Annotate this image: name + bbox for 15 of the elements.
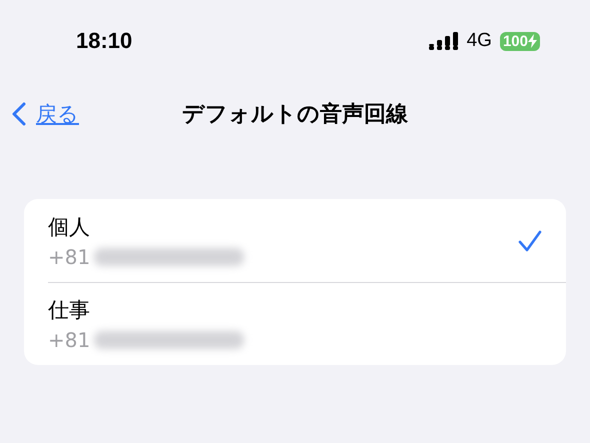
chevron-icon (12, 102, 26, 126)
checkmark-icon (518, 230, 542, 252)
bolt-icon (528, 34, 537, 48)
phone-number: +81 (48, 328, 90, 352)
back-link[interactable]: 戻る (12, 100, 79, 128)
signal-icon (428, 32, 459, 50)
clock-time: 18:10 (76, 28, 134, 54)
battery-level: 100 (502, 32, 528, 50)
line-option[interactable]: 仕事 +81 (24, 282, 566, 365)
line-name: 個人 (48, 214, 91, 240)
line-name: 仕事 (48, 296, 91, 324)
network-type: 4G (466, 30, 492, 52)
page-title: デフォルトの音声回線 (182, 100, 408, 129)
phone-number: +81 (48, 244, 90, 268)
line-option[interactable]: 個人 +81 (24, 199, 566, 282)
